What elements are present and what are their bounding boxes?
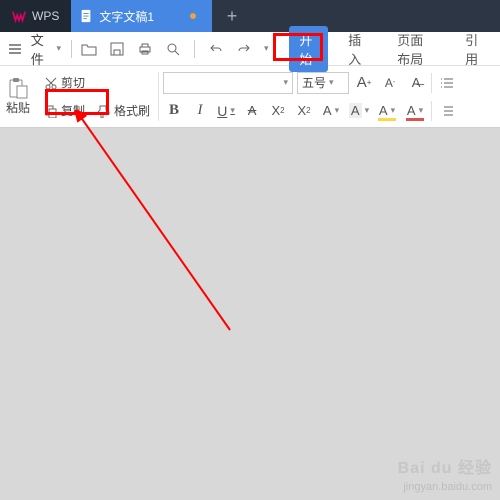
font-color-button[interactable]: A▾ (403, 100, 427, 122)
save-icon (110, 42, 124, 56)
format-painter-label: 格式刷 (114, 102, 150, 119)
superscript-button[interactable]: X2 (267, 100, 289, 122)
file-label: 文件 (31, 30, 52, 68)
menubar: 文件 ▾ ▾ 开始 插入 页面布局 引用 (0, 32, 500, 66)
font-size-select[interactable]: 五号▾ (297, 72, 349, 94)
list-icon (440, 104, 454, 118)
font-family-select[interactable]: ▾ (163, 72, 293, 94)
tab-insert[interactable]: 插入 (338, 26, 377, 72)
file-menu[interactable]: 文件 ▾ (27, 30, 65, 68)
print-button[interactable] (134, 38, 156, 60)
decrease-font-button[interactable]: A- (379, 72, 401, 94)
numbered-list-button[interactable] (436, 100, 458, 122)
chevron-down-icon: ▾ (419, 105, 424, 116)
divider (274, 40, 275, 58)
folder-icon (81, 42, 97, 56)
chevron-down-icon: ▾ (57, 43, 62, 54)
bold-button[interactable]: B (163, 100, 185, 122)
paste-label: 粘贴 (6, 99, 30, 116)
increase-font-button[interactable]: A+ (353, 72, 375, 94)
new-tab-button[interactable]: + (212, 0, 252, 32)
divider (431, 73, 432, 93)
chevron-down-icon: ▾ (284, 77, 289, 88)
shading-button[interactable]: A▾ (347, 100, 371, 122)
tab-reference[interactable]: 引用 (455, 26, 494, 72)
main-tabs: 开始 插入 页面布局 引用 (289, 26, 494, 72)
save-button[interactable] (106, 38, 128, 60)
paste-button[interactable]: 粘贴 (0, 66, 36, 127)
print-icon (138, 42, 152, 56)
cut-button[interactable]: 剪切 (40, 73, 89, 92)
cut-label: 剪切 (61, 74, 85, 91)
divider (431, 101, 432, 121)
document-icon (79, 9, 93, 23)
bullet-list-button[interactable] (436, 72, 458, 94)
highlight-bar-icon (378, 118, 396, 121)
copy-label: 复制 (61, 102, 85, 119)
plus-icon: + (227, 7, 238, 25)
quick-access-toolbar: ▾ (78, 38, 269, 60)
chevron-down-icon[interactable]: ▾ (264, 43, 269, 54)
hamburger-icon (8, 42, 22, 56)
copy-icon (44, 104, 58, 118)
list-icon (440, 76, 454, 90)
watermark-url: jingyan.baidu.com (398, 480, 492, 494)
format-painter-button[interactable]: 格式刷 (93, 101, 154, 120)
undo-button[interactable] (205, 38, 227, 60)
clipboard-group: 剪切 复制 格式刷 (36, 66, 158, 127)
text-effects-button[interactable]: A▾ (319, 100, 343, 122)
wps-icon (12, 9, 26, 23)
modified-indicator-icon (190, 13, 196, 19)
open-button[interactable] (78, 38, 100, 60)
brush-icon (97, 104, 111, 118)
copy-button[interactable]: 复制 (40, 101, 89, 120)
app-name: WPS (32, 9, 59, 23)
wps-logo: WPS (0, 0, 71, 32)
fontcolor-bar-icon (406, 118, 424, 121)
hamburger-button[interactable] (6, 38, 25, 60)
watermark: Bai du 经验 jingyan.baidu.com (398, 459, 492, 494)
chevron-down-icon: ▾ (329, 77, 334, 88)
chevron-down-icon: ▾ (365, 105, 370, 116)
preview-icon (166, 42, 180, 56)
chevron-down-icon: ▾ (230, 105, 235, 116)
highlight-button[interactable]: A▾ (375, 100, 399, 122)
underline-button[interactable]: U▾ (215, 100, 237, 122)
subscript-button[interactable]: X2 (293, 100, 315, 122)
document-area[interactable] (0, 128, 500, 500)
tab-start[interactable]: 开始 (289, 26, 328, 72)
undo-icon (209, 42, 223, 56)
italic-button[interactable]: I (189, 100, 211, 122)
ribbon: 粘贴 剪切 复制 格式刷 ▾ 五号▾ A+ A- A̶ (0, 66, 500, 128)
change-case-button[interactable]: A̶ (405, 72, 427, 94)
watermark-brand: Bai du 经验 (398, 459, 492, 480)
tab-title: 文字文稿1 (99, 8, 154, 25)
chevron-down-icon: ▾ (391, 105, 396, 116)
redo-icon (237, 42, 251, 56)
document-tab[interactable]: 文字文稿1 (71, 0, 212, 32)
preview-button[interactable] (162, 38, 184, 60)
tab-layout[interactable]: 页面布局 (387, 26, 445, 72)
redo-button[interactable] (233, 38, 255, 60)
paste-icon (8, 77, 28, 99)
divider (194, 40, 195, 58)
chevron-down-icon: ▾ (335, 105, 340, 116)
strikethrough-button[interactable]: A (241, 100, 263, 122)
font-group: ▾ 五号▾ A+ A- A̶ B I U▾ A X2 X2 A▾ A▾ A▾ A… (159, 66, 462, 127)
divider (71, 40, 72, 58)
scissors-icon (44, 76, 58, 90)
